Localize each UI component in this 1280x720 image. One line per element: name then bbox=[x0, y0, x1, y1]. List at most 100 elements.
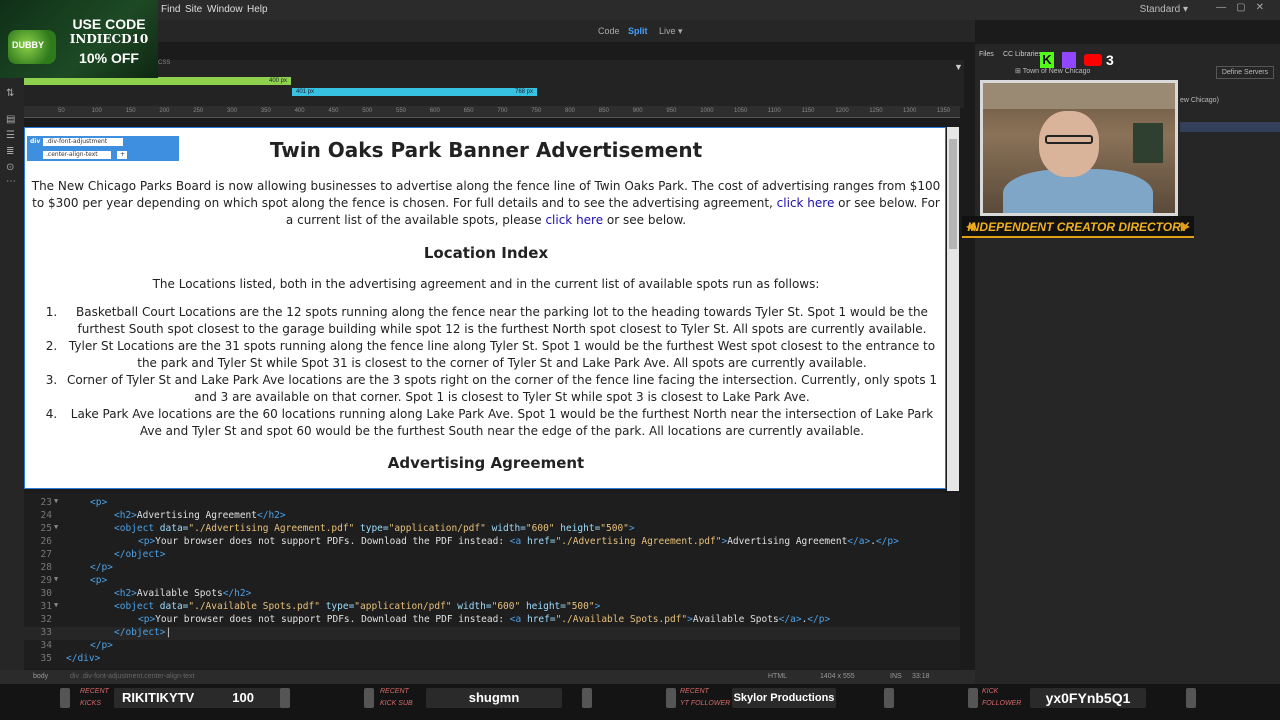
line-number: 32 bbox=[40, 614, 52, 625]
alert-cap bbox=[666, 688, 676, 708]
ruler-tick: 550 bbox=[396, 108, 407, 114]
workspace-switcher[interactable]: Standard ▾ bbox=[1140, 4, 1188, 15]
location-list: Basketball Court Locations are the 12 sp… bbox=[39, 304, 943, 440]
line-number: 26 bbox=[40, 536, 52, 547]
ruler-tick: 900 bbox=[632, 108, 643, 114]
mq-bar-400[interactable]: 400 px bbox=[24, 77, 291, 85]
ruler-tick: 500 bbox=[362, 108, 373, 114]
fold-icon[interactable]: ▼ bbox=[54, 523, 58, 531]
fold-icon[interactable]: ▼ bbox=[54, 601, 58, 609]
menu-help[interactable]: Help bbox=[247, 4, 268, 15]
ruler-tick: 1150 bbox=[801, 108, 815, 114]
spots-link[interactable]: click here bbox=[545, 213, 603, 227]
code-line[interactable]: 28 </p> bbox=[24, 562, 960, 575]
ruler-tick: 1000 bbox=[700, 108, 714, 114]
location-item: Lake Park Ave locations are the 60 locat… bbox=[61, 406, 943, 440]
creator-directory-banner: ◀ INDEPENDENT CREATOR DIRECTORY ▶ bbox=[962, 216, 1194, 238]
locations-intro: The Locations listed, both in the advert… bbox=[152, 277, 820, 291]
file-icon[interactable]: ▤ bbox=[6, 114, 15, 125]
code-text: <h2>Available Spots</h2> bbox=[114, 588, 252, 599]
status-body[interactable]: body bbox=[33, 673, 48, 680]
live-view-button[interactable]: Live ▾ bbox=[659, 26, 683, 37]
code-text: <p>Your browser does not support PDFs. D… bbox=[138, 536, 899, 547]
alert-name: Skylor Productions bbox=[732, 688, 836, 708]
webcam-glasses bbox=[1045, 135, 1093, 144]
menu-site[interactable]: Site bbox=[185, 4, 202, 15]
workspace-label: Standard bbox=[1139, 4, 1181, 15]
site-selector[interactable]: ⊞ Town of New Chicago bbox=[1015, 67, 1211, 78]
alert-cap bbox=[60, 688, 70, 708]
ruler-tick: 1350 bbox=[936, 108, 951, 114]
alert-tag-1: RECENT bbox=[80, 688, 109, 695]
code-line[interactable]: 23 ▼ <p> bbox=[24, 497, 960, 510]
ruler-tick: 1050 bbox=[734, 108, 748, 114]
alert-recent-yt-follower: RECENT YT FOLLOWER Skylor Productions bbox=[678, 684, 890, 720]
code-line[interactable]: 30 <h2>Available Spots</h2> bbox=[24, 588, 960, 601]
promo-line1: USE CODE bbox=[72, 16, 146, 32]
code-line[interactable]: 26 <p>Your browser does not support PDFs.… bbox=[24, 536, 960, 549]
split-view-button[interactable]: Split bbox=[628, 26, 648, 36]
more-icon[interactable]: ⋯ bbox=[6, 176, 16, 187]
fold-icon[interactable]: ▼ bbox=[54, 497, 58, 505]
code-line[interactable]: 33 </object>| bbox=[24, 627, 960, 640]
selected-file-row[interactable] bbox=[1180, 122, 1280, 132]
code-line[interactable]: 29 ▼ <p> bbox=[24, 575, 960, 588]
location-item: Tyler St Locations are the 31 spots runn… bbox=[61, 338, 943, 372]
toolbar-arrow-icon[interactable]: ⇅ bbox=[6, 88, 14, 99]
code-line[interactable]: 24 <h2>Advertising Agreement</h2> bbox=[24, 510, 960, 523]
status-path[interactable]: div .div-font-adjustment.center-align-te… bbox=[70, 673, 195, 680]
code-view-button[interactable]: Code bbox=[598, 26, 620, 36]
tab-files[interactable]: Files bbox=[979, 51, 994, 58]
alert-name: shugmn bbox=[426, 688, 562, 708]
alert-tag: RECENT YT FOLLOWER bbox=[680, 686, 730, 710]
alert-cap bbox=[1186, 688, 1196, 708]
ruler-tick: 1250 bbox=[869, 108, 883, 114]
line-number: 34 bbox=[40, 640, 52, 651]
line-number: 27 bbox=[40, 549, 52, 560]
list-icon[interactable]: ☰ bbox=[6, 130, 15, 141]
ruler-tick: 350 bbox=[260, 108, 271, 114]
ruler-tick: 700 bbox=[497, 108, 508, 114]
mq-bar-768-left: 401 px bbox=[296, 89, 315, 95]
code-line[interactable]: 35 </div> bbox=[24, 653, 960, 666]
twitch-icon bbox=[1062, 52, 1076, 68]
code-line[interactable]: 27 </object> bbox=[24, 549, 960, 562]
code-text: </object>| bbox=[114, 627, 172, 638]
status-pos: 33:18 bbox=[912, 673, 930, 680]
mq-filter-icon[interactable]: ▼ bbox=[954, 62, 963, 72]
code-line[interactable]: 32 <p>Your browser does not support PDFs.… bbox=[24, 614, 960, 627]
define-servers-button[interactable]: Define Servers bbox=[1216, 66, 1274, 79]
code-line[interactable]: 31 ▼ <object data="./Available Spots.pdf" … bbox=[24, 601, 960, 614]
code-line[interactable]: 25 ▼ <object data="./Advertising Agreement… bbox=[24, 523, 960, 536]
code-view[interactable]: 23 ▼ <p> 24 <h2>Advertising Agreement</h2> 25… bbox=[24, 493, 960, 669]
line-number: 24 bbox=[40, 510, 52, 521]
status-lang[interactable]: HTML bbox=[768, 673, 787, 680]
menu-find[interactable]: Find bbox=[161, 4, 180, 15]
live-view-scrollbar[interactable] bbox=[947, 127, 959, 491]
site-root-label: ew Chicago) bbox=[1180, 97, 1219, 104]
menu-bar: Find Site Window Help Standard ▾ —▢✕ bbox=[0, 0, 1280, 20]
alert-cap bbox=[968, 688, 978, 708]
webcam-ceiling bbox=[983, 83, 1175, 109]
ruler-tick: 800 bbox=[565, 108, 576, 114]
target-icon[interactable]: ⊙ bbox=[6, 162, 14, 173]
line-number: 31 bbox=[40, 601, 52, 612]
indent-icon[interactable]: ≣ bbox=[6, 146, 14, 157]
code-line[interactable]: 34 </p> bbox=[24, 640, 960, 653]
ruler-tick: 850 bbox=[598, 108, 609, 114]
code-text: </p> bbox=[90, 562, 113, 573]
menu-window[interactable]: Window bbox=[207, 4, 243, 15]
agreement-link[interactable]: click here bbox=[777, 196, 835, 210]
code-text: </object> bbox=[114, 549, 166, 560]
promo-line3: 10% OFF bbox=[79, 50, 139, 66]
mq-bar-768[interactable]: 401 px 768 px bbox=[292, 88, 537, 96]
window-controls[interactable]: —▢✕ bbox=[1216, 2, 1274, 13]
fold-icon[interactable]: ▼ bbox=[54, 575, 58, 583]
tab-cc-libraries[interactable]: CC Libraries bbox=[1003, 51, 1042, 58]
creator-directory-label: INDEPENDENT CREATOR DIRECTORY bbox=[967, 220, 1189, 234]
location-item: Corner of Tyler St and Lake Park Ave loc… bbox=[61, 372, 943, 406]
alert-tag: RECENT KICK SUB bbox=[380, 686, 413, 710]
scrollbar-thumb[interactable] bbox=[949, 139, 957, 249]
ruler-tick: 250 bbox=[193, 108, 204, 114]
live-view[interactable]: div .div-font-adjustment .center-align-t… bbox=[24, 127, 946, 489]
